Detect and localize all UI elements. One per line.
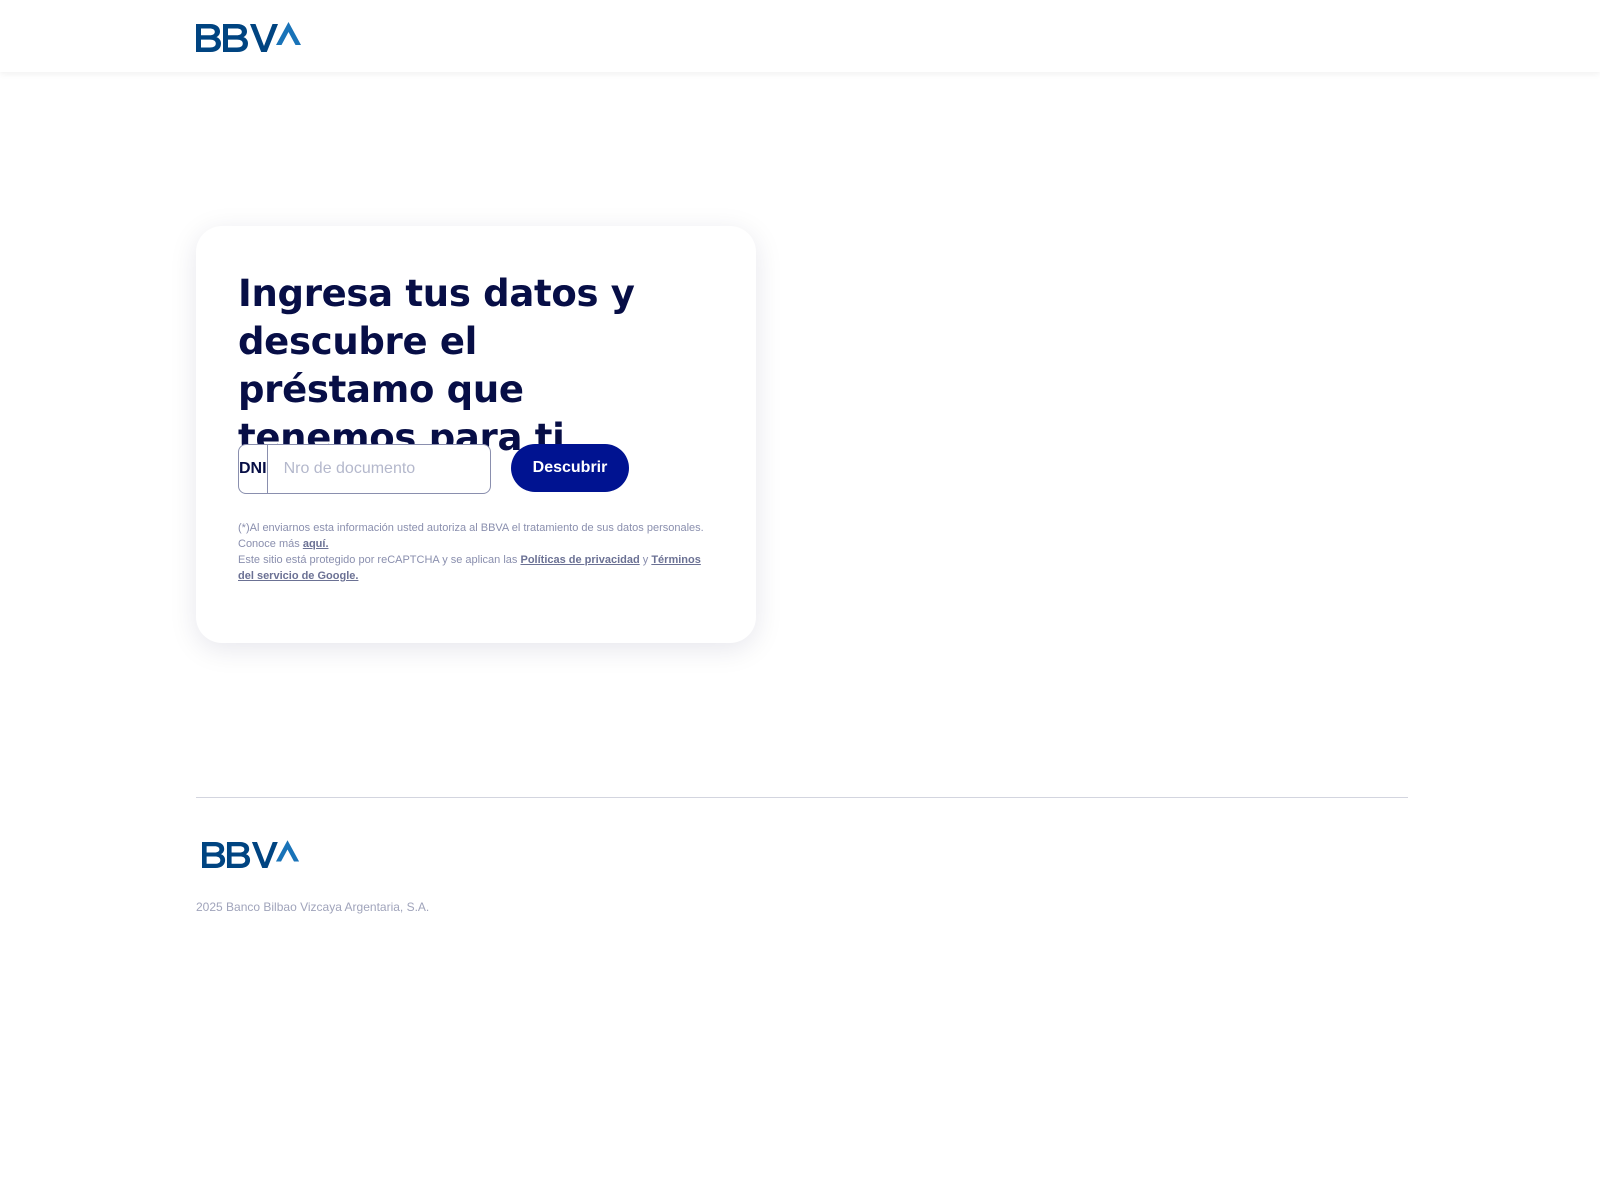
card-title: Ingresa tus datos y descubre el préstamo… [238,272,635,459]
loan-form-card: Ingresa tus datos y descubre el préstamo… [196,226,756,643]
footer-logo-letter-v [251,842,278,868]
footer-divider [196,797,1408,798]
document-number-input[interactable] [267,445,490,493]
privacy-policy-link[interactable]: Políticas de privacidad [520,554,639,566]
and-text: y [642,554,649,566]
logo-letter-b2 [223,24,248,52]
legal-notice: (*)Al enviarnos esta información usted a… [238,520,716,584]
footer-copyright: 2025 Banco Bilbao Vizcaya Argentaria, S.… [196,900,430,914]
footer-logo-letter-a [275,840,300,862]
footer-bbva-logo[interactable] [202,839,300,871]
bbva-logo[interactable] [196,21,302,55]
learn-more-text: Conoce más [238,538,300,550]
footer-logo-letter-b1 [202,842,226,868]
recaptcha-text: Este sitio está protegido por reCAPTCHA … [238,554,518,566]
document-input-group: DNI [238,444,491,494]
consent-text: (*)Al enviarnos esta información usted a… [238,522,704,534]
logo-letter-a [276,22,301,45]
discover-button[interactable]: Descubrir [511,444,629,492]
top-header [0,0,1600,72]
document-type-select[interactable]: DNI [239,445,268,493]
footer-logo-letter-b2 [226,842,251,868]
logo-letter-b1 [196,24,221,52]
learn-more-link[interactable]: aquí. [303,538,329,550]
logo-letter-v [250,24,278,52]
